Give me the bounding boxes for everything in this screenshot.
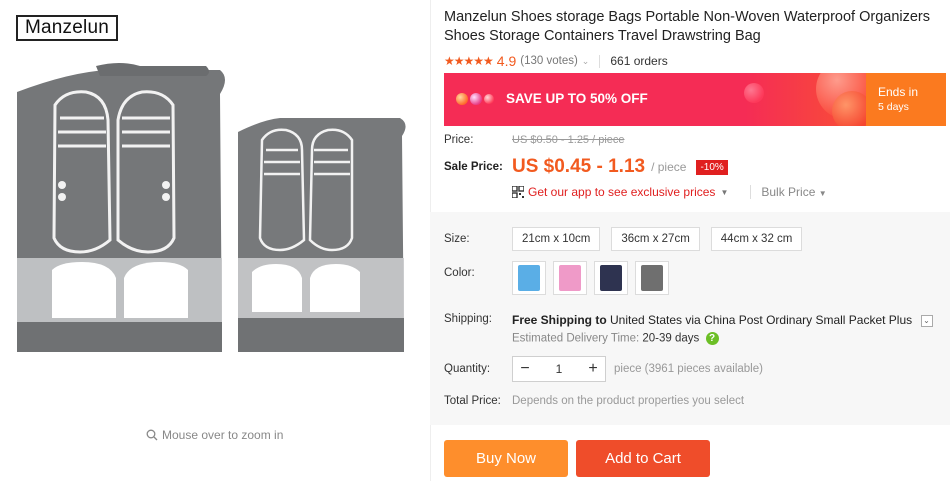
ball-icon	[484, 94, 494, 104]
size-option[interactable]: 36cm x 27cm	[611, 227, 700, 251]
total-row: Total Price: Depends on the product prop…	[444, 395, 744, 407]
size-option[interactable]: 21cm x 10cm	[512, 227, 601, 251]
chevron-down-icon[interactable]: ⌄	[920, 314, 933, 327]
bag-thumbnail	[518, 265, 540, 291]
add-to-cart-button[interactable]: Add to Cart	[576, 440, 710, 477]
countdown-box: Ends in 5 days	[866, 73, 946, 126]
search-icon	[146, 429, 158, 441]
shipping-row: Shipping: Free Shipping to United States…	[444, 313, 933, 345]
rating-value: 4.9	[496, 53, 517, 69]
orb-decoration	[744, 83, 764, 103]
price-unit: / piece	[651, 160, 687, 174]
banner-text: SAVE UP TO 50% OFF	[506, 91, 648, 106]
divider	[599, 54, 601, 68]
quantity-label: Quantity:	[444, 363, 491, 375]
delivery-time: Estimated Delivery Time: 20-39 days ?	[512, 332, 933, 345]
shipping-info: Free Shipping to United States via China…	[512, 313, 933, 345]
color-swatch[interactable]	[635, 261, 669, 295]
original-price: US $0.50 - 1.25 / piece	[512, 134, 625, 146]
ball-icon	[470, 93, 482, 105]
bag-thumbnail	[641, 265, 663, 291]
zoom-hint: Mouse over to zoom in	[146, 428, 283, 442]
product-title: Manzelun Shoes storage Bags Portable Non…	[444, 9, 930, 44]
eta-value: 20-39 days	[642, 332, 700, 345]
promo-banner[interactable]: SAVE UP TO 50% OFF Ends in 5 days	[444, 73, 946, 126]
total-note: Depends on the product properties you se…	[512, 395, 745, 407]
star-rating-icon: ★★★★★	[444, 54, 494, 68]
ends-label: Ends in	[878, 85, 919, 99]
app-price-row: Get our app to see exclusive prices ▼ Bu…	[512, 185, 946, 199]
help-icon[interactable]: ?	[705, 332, 719, 345]
orders-count: 661 orders	[610, 54, 668, 68]
zoom-hint-text: Mouse over to zoom in	[162, 428, 284, 442]
caret-down-icon[interactable]: ▼	[720, 188, 728, 197]
color-swatch[interactable]	[512, 261, 546, 295]
shipping-label: Shipping:	[444, 313, 492, 325]
total-label: Total Price:	[444, 395, 501, 407]
bulk-price-link[interactable]: Bulk Price ▼	[750, 185, 827, 199]
size-label: Size:	[444, 233, 470, 245]
size-option[interactable]: 44cm x 32 cm	[710, 227, 803, 251]
shipping-destination: United States via China Post Ordinary Sm…	[610, 313, 913, 327]
quantity-stepper: − 1 +	[512, 356, 606, 382]
increase-button[interactable]: +	[581, 360, 605, 378]
bulk-price-label: Bulk Price	[761, 185, 816, 199]
free-shipping: Free Shipping to	[512, 313, 607, 327]
rating-row: ★★★★★ 4.9 (130 votes) ⌄ 661 orders	[444, 53, 944, 69]
quantity-row: Quantity: − 1 + piece (3961 pieces avail…	[444, 356, 763, 382]
shipping-method[interactable]: Free Shipping to United States via China…	[512, 313, 933, 327]
qr-code-icon	[512, 186, 524, 198]
bag-thumbnail	[600, 265, 622, 291]
color-label: Color:	[444, 267, 475, 279]
eta-label: Estimated Delivery Time:	[512, 332, 640, 345]
options-panel: Size: 21cm x 10cm 36cm x 27cm 44cm x 32 …	[430, 212, 950, 425]
color-row: Color:	[444, 261, 676, 295]
bag-thumbnail	[559, 265, 581, 291]
color-swatch[interactable]	[594, 261, 628, 295]
product-gallery[interactable]: Manzelun Mouse over to zoom in	[0, 0, 430, 481]
quantity-note: piece (3961 pieces available)	[614, 363, 763, 375]
product-info: Manzelun Shoes storage Bags Portable Non…	[444, 8, 944, 69]
color-swatch[interactable]	[553, 261, 587, 295]
chevron-down-icon[interactable]: ⌄	[582, 56, 590, 67]
ends-days: 5 days	[878, 101, 909, 113]
sale-price-label: Sale Price:	[444, 161, 503, 173]
ball-icon	[456, 93, 468, 105]
quantity-input[interactable]: 1	[537, 362, 581, 376]
price-block: Price: US $0.50 - 1.25 / piece Sale Pric…	[444, 134, 946, 199]
sale-price-row: Sale Price: US $0.45 - 1.13 / piece -10%	[444, 156, 946, 178]
balls-decoration	[456, 93, 494, 105]
app-prices-link[interactable]: Get our app to see exclusive prices	[528, 185, 715, 199]
buy-now-button[interactable]: Buy Now	[444, 440, 568, 477]
original-price-row: Price: US $0.50 - 1.25 / piece	[444, 134, 946, 146]
product-image[interactable]	[0, 0, 430, 420]
decrease-button[interactable]: −	[513, 360, 537, 378]
discount-badge: -10%	[696, 159, 728, 175]
caret-down-icon: ▼	[818, 189, 827, 198]
price-label: Price:	[444, 134, 474, 146]
sale-price: US $0.45 - 1.13	[512, 156, 646, 177]
votes-link[interactable]: (130 votes)	[520, 55, 578, 67]
size-row: Size: 21cm x 10cm 36cm x 27cm 44cm x 32 …	[444, 227, 813, 251]
